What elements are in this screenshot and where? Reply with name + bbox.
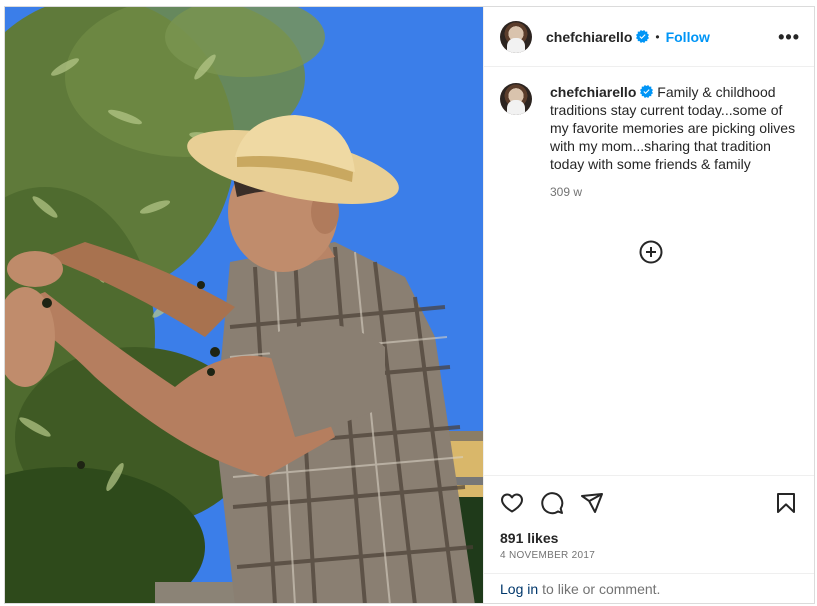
caption-row: chefchiarello Family & childhood traditi… — [500, 83, 798, 201]
caption-time: 309 w — [550, 185, 583, 199]
login-prompt: Log in to like or comment. — [484, 573, 814, 603]
more-options-icon[interactable]: ••• — [778, 28, 800, 46]
caption-author-username[interactable]: chefchiarello — [550, 84, 636, 100]
author-username[interactable]: chefchiarello — [546, 29, 632, 45]
verified-badge-icon — [636, 30, 650, 43]
caption-author-avatar[interactable] — [500, 83, 532, 115]
post-actions: 891 likes 4 NOVEMBER 2017 — [484, 475, 814, 561]
post-header: chefchiarello • Follow ••• — [484, 7, 814, 67]
login-link[interactable]: Log in — [500, 581, 538, 597]
author-avatar[interactable] — [500, 20, 532, 53]
likes-count[interactable]: 891 likes — [500, 530, 798, 546]
post-side-panel: chefchiarello • Follow ••• chefchiarello… — [483, 7, 814, 603]
caption-verified-badge-icon — [640, 85, 654, 98]
login-prompt-text: to like or comment. — [542, 580, 661, 597]
paper-plane-icon[interactable] — [580, 491, 604, 515]
post-dialog: chefchiarello • Follow ••• chefchiarello… — [4, 6, 815, 604]
post-photo[interactable] — [5, 7, 483, 603]
heart-icon[interactable] — [500, 491, 524, 515]
post-date[interactable]: 4 NOVEMBER 2017 — [500, 550, 798, 561]
action-icons — [500, 488, 798, 518]
bookmark-icon[interactable] — [774, 491, 798, 515]
plus-circle-icon[interactable] — [639, 240, 663, 264]
caption-body: chefchiarello Family & childhood traditi… — [550, 83, 798, 201]
separator-dot: • — [655, 29, 660, 44]
comment-bubble-icon[interactable] — [540, 491, 564, 515]
comments-section: chefchiarello Family & childhood traditi… — [484, 67, 814, 475]
post-photo-image — [5, 7, 483, 603]
follow-button[interactable]: Follow — [666, 29, 710, 45]
